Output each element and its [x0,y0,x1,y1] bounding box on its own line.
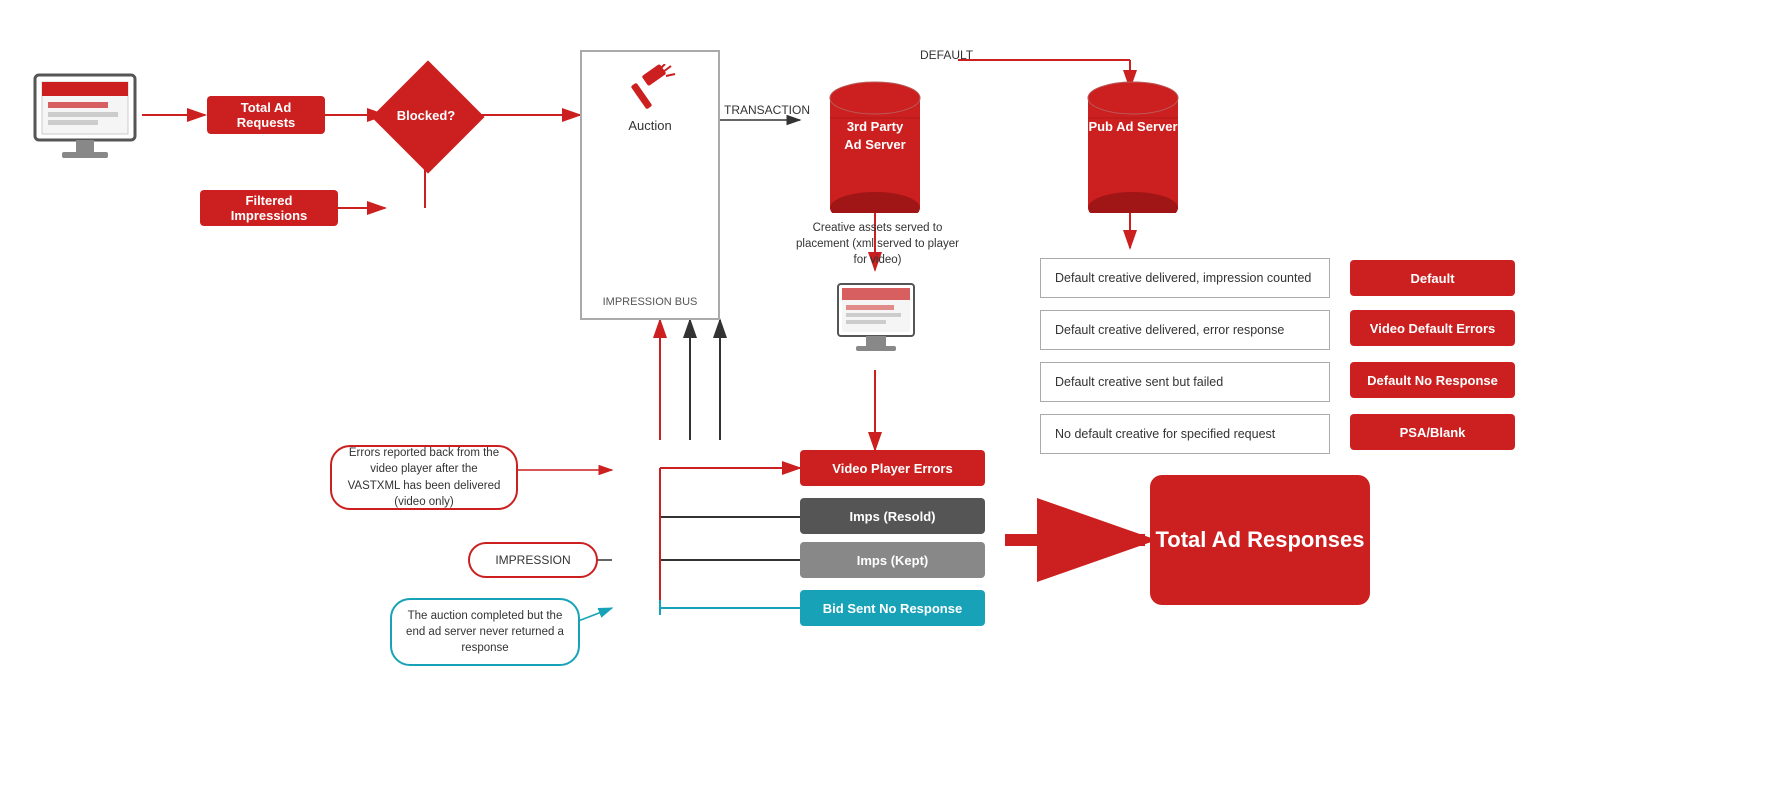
status-label-3: Default creative sent but failed [1055,375,1223,389]
blocked-diamond: Blocked? [388,77,464,153]
auction-completed-label: The auction completed but the end ad ser… [404,608,566,656]
right-label-1: Default [1350,260,1515,296]
monitor-icon [30,70,140,160]
video-player-errors-box: Video Player Errors [800,450,985,486]
video-player-errors-label: Video Player Errors [832,461,952,476]
errors-reported-box: Errors reported back from the video play… [330,445,518,510]
default-label: DEFAULT [920,48,973,62]
hammer-icon [623,64,678,114]
total-ad-responses-box: Total Ad Responses [1150,475,1370,605]
right-label-text-3: Default No Response [1367,373,1498,388]
bid-sent-label: Bid Sent No Response [823,601,962,616]
right-label-text-2: Video Default Errors [1370,321,1495,336]
right-label-text-1: Default [1410,271,1454,286]
imps-resold-box: Imps (Resold) [800,498,985,534]
imps-resold-label: Imps (Resold) [850,509,936,524]
impression-label-box: IMPRESSION [468,542,598,578]
auction-completed-box: The auction completed but the end ad ser… [390,598,580,666]
auction-box: Auction IMPRESSION BUS [580,50,720,320]
imps-kept-box: Imps (Kept) [800,542,985,578]
status-box-1: Default creative delivered, impression c… [1040,258,1330,298]
blocked-label: Blocked? [397,108,456,123]
diagram-container: Total Ad Requests Blocked? Filtered Impr… [0,0,1776,801]
errors-reported-label: Errors reported back from the video play… [344,445,504,509]
pub-ad-server-cylinder: Pub Ad Server [1078,68,1188,213]
creative-assets-label: Creative assets served to placement (xml… [795,220,960,268]
total-ad-requests-label: Total Ad Requests [217,100,315,130]
third-party-cylinder: 3rd PartyAd Server [820,68,930,213]
auction-label: Auction [628,118,671,133]
total-ad-requests-box: Total Ad Requests [207,96,325,134]
impression-label: IMPRESSION [495,553,570,567]
filtered-impressions-box: Filtered Impressions [200,190,338,226]
right-label-2: Video Default Errors [1350,310,1515,346]
impression-bus-label: IMPRESSION BUS [603,296,698,308]
creative-monitor [836,282,916,362]
right-label-3: Default No Response [1350,362,1515,398]
bid-sent-no-response-box: Bid Sent No Response [800,590,985,626]
filtered-impressions-label: Filtered Impressions [210,193,328,223]
transaction-label: TRANSACTION [724,103,810,117]
right-label-text-4: PSA/Blank [1400,425,1466,440]
status-label-2: Default creative delivered, error respon… [1055,323,1284,337]
status-box-2: Default creative delivered, error respon… [1040,310,1330,350]
pub-ad-server-label: Pub Ad Server [1088,119,1177,134]
right-label-4: PSA/Blank [1350,414,1515,450]
imps-kept-label: Imps (Kept) [857,553,929,568]
status-label-4: No default creative for specified reques… [1055,427,1275,441]
status-box-4: No default creative for specified reques… [1040,414,1330,454]
status-label-1: Default creative delivered, impression c… [1055,271,1311,285]
status-box-3: Default creative sent but failed [1040,362,1330,402]
total-ad-responses-label: Total Ad Responses [1155,527,1364,553]
third-party-label: 3rd PartyAd Server [844,119,905,152]
